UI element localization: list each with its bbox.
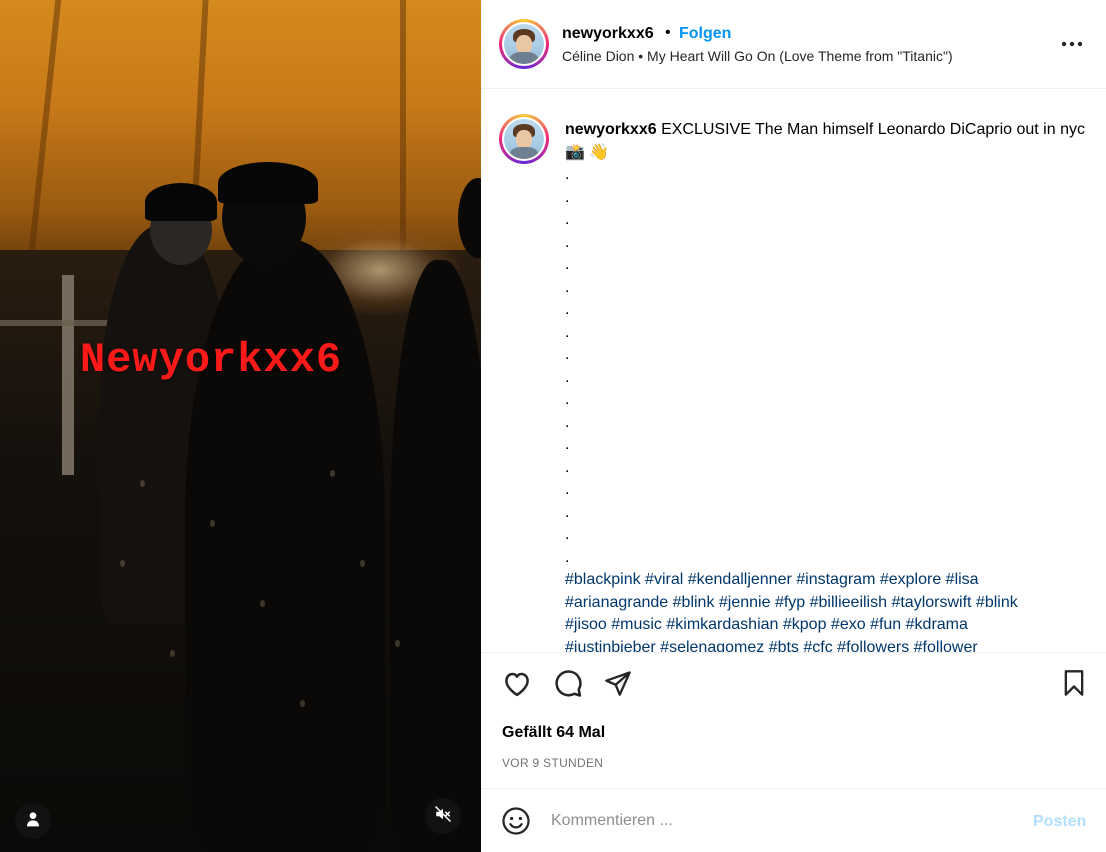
caption-dot-line: .	[565, 413, 570, 431]
comment-input[interactable]	[551, 809, 1011, 833]
post-actions: Gefällt 64 Mal VOR 9 STUNDEN	[481, 652, 1106, 788]
header-username[interactable]: newyorkxx6	[562, 25, 654, 43]
comment-button[interactable]	[552, 669, 584, 701]
rain-drop	[395, 640, 400, 647]
caption-dot-line: .	[565, 548, 570, 566]
header-separator: •	[665, 24, 671, 41]
muted-speaker-icon	[434, 805, 452, 828]
caption-dot-line: .	[565, 278, 570, 296]
hashtag-line[interactable]: #justinbieber #selenagomez #bts #cfc #fo…	[565, 637, 1085, 653]
audio-track-link[interactable]: Céline Dion • My Heart Will Go On (Love …	[562, 48, 953, 64]
rain-drop	[330, 470, 335, 477]
post-media-video[interactable]: Newyorkxx6	[0, 0, 481, 852]
caption-dot-line: .	[565, 346, 570, 363]
caption-dot-line: .	[565, 211, 570, 228]
railing-post	[62, 275, 74, 475]
comment-bar: Posten	[481, 788, 1106, 852]
caption-dot-line: .	[565, 323, 570, 341]
caption-username[interactable]: newyorkxx6	[565, 121, 657, 138]
hashtag-list: #blackpink #viral #kendalljenner #instag…	[565, 569, 1085, 652]
bookmark-icon	[1062, 669, 1086, 702]
heart-icon	[502, 669, 532, 702]
rain-drop	[170, 650, 175, 657]
rain-drop	[210, 520, 215, 527]
caption-avatar[interactable]	[499, 114, 549, 164]
save-button[interactable]	[1058, 669, 1090, 701]
avatar[interactable]	[499, 19, 549, 69]
caption-dot-line: .	[565, 458, 570, 476]
caption-dot-line: .	[565, 436, 570, 453]
post-timestamp[interactable]: VOR 9 STUNDEN	[502, 756, 603, 770]
comment-icon	[553, 668, 583, 703]
railing-bar	[0, 320, 120, 326]
like-button[interactable]	[501, 669, 533, 701]
caption-dot-line: .	[565, 188, 570, 206]
post-side-panel: newyorkxx6 • Folgen Céline Dion • My Hea…	[481, 0, 1106, 852]
hashtag-line[interactable]: #arianagrande #blink #jennie #fyp #billi…	[565, 592, 1085, 615]
emoji-icon	[501, 807, 531, 840]
rain-drop	[360, 560, 365, 567]
caption-text: newyorkxx6 EXCLUSIVE The Man himself Leo…	[565, 119, 1085, 652]
caption-dot-line: .	[565, 503, 570, 521]
post-comment-button[interactable]: Posten	[1033, 813, 1086, 831]
caption-area: newyorkxx6 EXCLUSIVE The Man himself Leo…	[481, 89, 1106, 652]
rain-drop	[140, 480, 145, 487]
baseball-cap	[218, 162, 318, 204]
send-icon	[604, 669, 632, 702]
emoji-button[interactable]	[501, 806, 531, 836]
follow-button[interactable]: Folgen	[679, 25, 731, 43]
caption-dots: ..................	[565, 164, 1085, 569]
rain-drop	[120, 560, 125, 567]
caption-dot-line: .	[565, 526, 570, 543]
user-tag-icon	[25, 811, 41, 832]
caption-dot-line: .	[565, 481, 570, 498]
rain-drop	[260, 600, 265, 607]
tagged-users-button[interactable]	[15, 803, 51, 839]
mute-button[interactable]	[425, 798, 461, 834]
video-watermark: Newyorkxx6	[80, 336, 343, 384]
hashtag-line[interactable]: #blackpink #viral #kendalljenner #instag…	[565, 569, 1085, 592]
baseball-cap	[145, 183, 217, 221]
rain-drop	[300, 700, 305, 707]
more-options-button[interactable]	[1059, 30, 1085, 56]
caption-dot-line: .	[565, 301, 570, 318]
caption-dot-line: .	[565, 233, 570, 251]
share-button[interactable]	[602, 669, 634, 701]
caption-dot-line: .	[565, 256, 570, 273]
likes-count[interactable]: Gefällt 64 Mal	[502, 724, 605, 742]
caption-dot-line: .	[565, 166, 570, 183]
person-silhouette	[390, 260, 481, 852]
caption-dot-line: .	[565, 391, 570, 408]
hashtag-line[interactable]: #jisoo #music #kimkardashian #kpop #exo …	[565, 614, 1085, 637]
person-silhouette	[185, 240, 385, 852]
more-horizontal-icon	[1061, 34, 1083, 52]
caption-dot-line: .	[565, 368, 570, 386]
post-header: newyorkxx6 • Folgen Céline Dion • My Hea…	[481, 0, 1106, 89]
